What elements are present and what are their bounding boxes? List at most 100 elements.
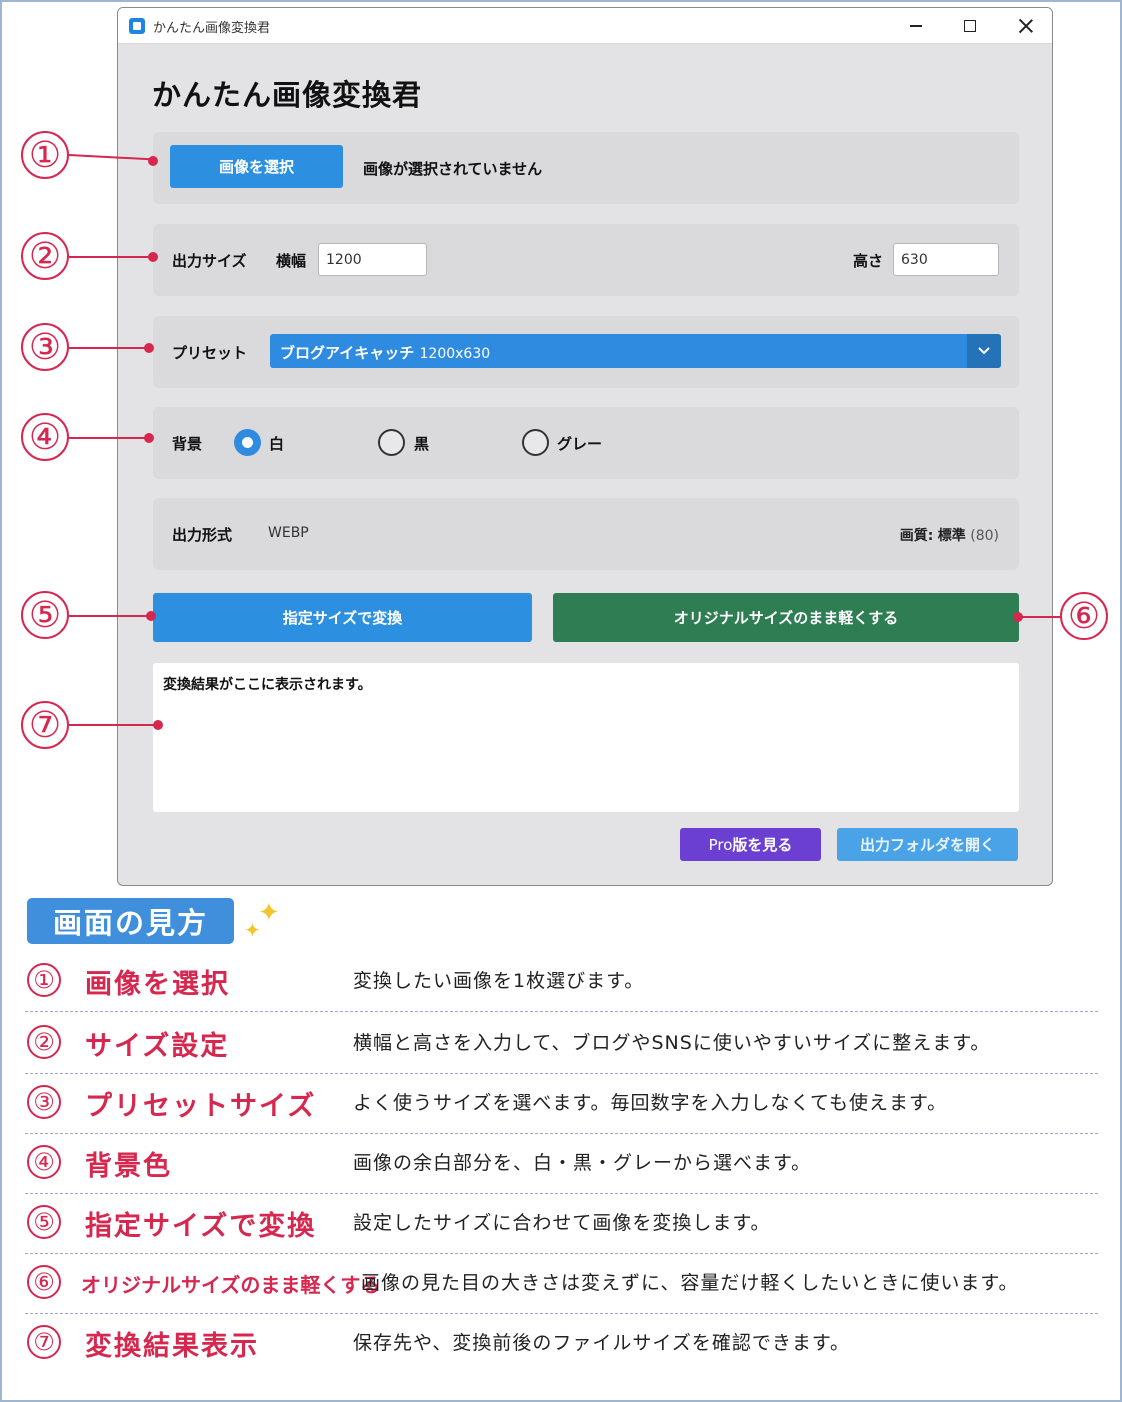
minimize-button[interactable] [896,11,936,41]
legend-description: 画像の余白部分を、白・黒・グレーから選べます。 [353,1152,812,1174]
app-window: かんたん画像変換君 かんたん画像変換君 画像を選択 画像が選択されていません 出… [117,7,1053,886]
select-image-button[interactable]: 画像を選択 [170,145,343,188]
result-area: 変換結果がここに表示されます。 [153,663,1019,812]
legend-description: 横幅と高さを入力して、ブログやSNSに使いやすいサイズに整えます。 [353,1032,991,1054]
legend-item-3: ③ プリセットサイズ よく使うサイズを選べます。毎回数字を入力しなくても使えます… [25,1074,1098,1134]
callout-1: ① [21,131,69,179]
callout-3-line [69,347,149,349]
callout-2-line [69,256,153,258]
legend-item-6: ⑥ オリジナルサイズのまま軽くする 画像の見た目の大きさは変えずに、容量だけ軽く… [25,1254,1098,1314]
output-format-panel: 出力形式 WEBP 画質: 標準 (80) [153,498,1019,570]
radio-white-label: 白 [269,435,285,453]
preset-label: プリセット [172,344,248,362]
result-text: 変換結果がここに表示されます。 [163,677,372,693]
callout-3-dot [144,343,154,353]
callout-6-line [1020,616,1062,618]
radio-gray[interactable] [522,429,549,456]
height-label: 高さ [853,252,884,270]
preset-size: 1200x630 [419,346,491,362]
callout-7-line [69,724,157,726]
convert-size-button[interactable]: 指定サイズで変換 [153,593,532,642]
pro-label-post: 版を見る [732,836,793,854]
maximize-button[interactable] [950,11,990,41]
callout-6-dot [1013,612,1023,622]
legend-number: ④ [27,1145,61,1179]
image-select-panel: 画像を選択 画像が選択されていません [153,132,1019,204]
callout-7-dot [153,720,163,730]
minimize-icon [910,25,922,27]
close-button[interactable] [1006,11,1046,41]
legend-number: ⑤ [27,1205,61,1239]
quality-label: 画質: [899,528,934,544]
output-size-panel: 出力サイズ 横幅 1200 高さ 630 [153,224,1019,296]
preset-name: ブログアイキャッチ [280,344,415,362]
legend-name: 背景色 [85,1151,172,1182]
legend-title: 画面の見方 [27,898,234,944]
quality-info: 画質: 標準 (80) [900,525,999,545]
output-size-label: 出力サイズ [172,252,247,270]
width-input[interactable]: 1200 [318,243,427,276]
callout-1-dot [148,156,158,166]
open-output-folder-button[interactable]: 出力フォルダを開く [837,828,1018,861]
radio-black-label: 黒 [414,435,430,453]
legend-name: 画像を選択 [85,969,230,1000]
legend-description: 設定したサイズに合わせて画像を変換します。 [353,1212,771,1234]
sparkle-icon: ✦ [244,918,261,942]
legend-number: ② [27,1025,61,1059]
preset-panel: プリセット ブログアイキャッチ 1200x630 [153,316,1019,388]
image-status-text: 画像が選択されていません [363,160,543,178]
callout-3: ③ [21,323,69,371]
legend-name: 指定サイズで変換 [85,1211,317,1242]
lighten-original-button[interactable]: オリジナルサイズのまま軽くする [553,593,1019,642]
callout-5-dot [146,611,156,621]
chevron-down-icon[interactable] [967,334,1001,368]
quality-value: 標準 [937,528,966,544]
quality-number: (80) [970,528,999,544]
radio-black[interactable] [378,429,405,456]
radio-gray-label: グレー [557,435,603,453]
callout-2-dot [148,252,158,262]
legend-number: ③ [27,1085,61,1119]
legend-item-1: ① 画像を選択 変換したい画像を1枚選びます。 [25,952,1098,1012]
legend-description: 画像の見た目の大きさは変えずに、容量だけ軽くしたいときに使います。 [361,1272,1019,1294]
pro-label-pre: Pro [708,835,733,854]
maximize-icon [964,20,976,32]
legend-name: 変換結果表示 [85,1331,259,1362]
callout-7: ⑦ [21,701,69,749]
close-icon [1018,18,1034,34]
width-label: 横幅 [276,252,307,270]
legend-number: ⑦ [27,1325,61,1359]
callout-5-line [69,615,151,617]
legend-item-2: ② サイズ設定 横幅と高さを入力して、ブログやSNSに使いやすいサイズに整えます… [25,1014,1098,1074]
preset-select[interactable]: ブログアイキャッチ 1200x630 [270,334,1001,368]
radio-white[interactable] [234,429,261,456]
legend-description: よく使うサイズを選べます。毎回数字を入力しなくても使えます。 [353,1092,948,1114]
pro-version-button[interactable]: Pro 版を見る [680,828,821,861]
legend-number: ① [27,963,61,997]
title-bar: かんたん画像変換君 [118,8,1052,44]
callout-4-dot [144,433,154,443]
callout-2: ② [21,232,69,280]
legend-item-5: ⑤ 指定サイズで変換 設定したサイズに合わせて画像を変換します。 [25,1194,1098,1254]
output-format-value: WEBP [268,525,309,541]
callout-6: ⑥ [1060,592,1108,640]
height-input[interactable]: 630 [893,243,999,276]
legend-description: 変換したい画像を1枚選びます。 [353,970,645,992]
callout-4: ④ [21,413,69,461]
window-title: かんたん画像変換君 [153,21,271,36]
output-format-label: 出力形式 [172,526,233,544]
legend-name: サイズ設定 [85,1031,230,1062]
app-icon [129,18,145,34]
callout-5: ⑤ [21,591,69,639]
background-label: 背景 [172,435,203,453]
background-panel: 背景 白 黒 グレー [153,407,1019,479]
preset-selected-value: ブログアイキャッチ 1200x630 [280,342,490,363]
legend-number: ⑥ [27,1265,61,1299]
legend-name: オリジナルサイズのまま軽くする [81,1273,381,1297]
legend-description: 保存先や、変換前後のファイルサイズを確認できます。 [353,1332,850,1354]
legend-item-4: ④ 背景色 画像の余白部分を、白・黒・グレーから選べます。 [25,1134,1098,1194]
sparkle-icon: ✦ [258,898,280,928]
app-heading: かんたん画像変換君 [152,78,423,112]
legend-item-7: ⑦ 変換結果表示 保存先や、変換前後のファイルサイズを確認できます。 [25,1314,1098,1374]
callout-4-line [69,437,149,439]
